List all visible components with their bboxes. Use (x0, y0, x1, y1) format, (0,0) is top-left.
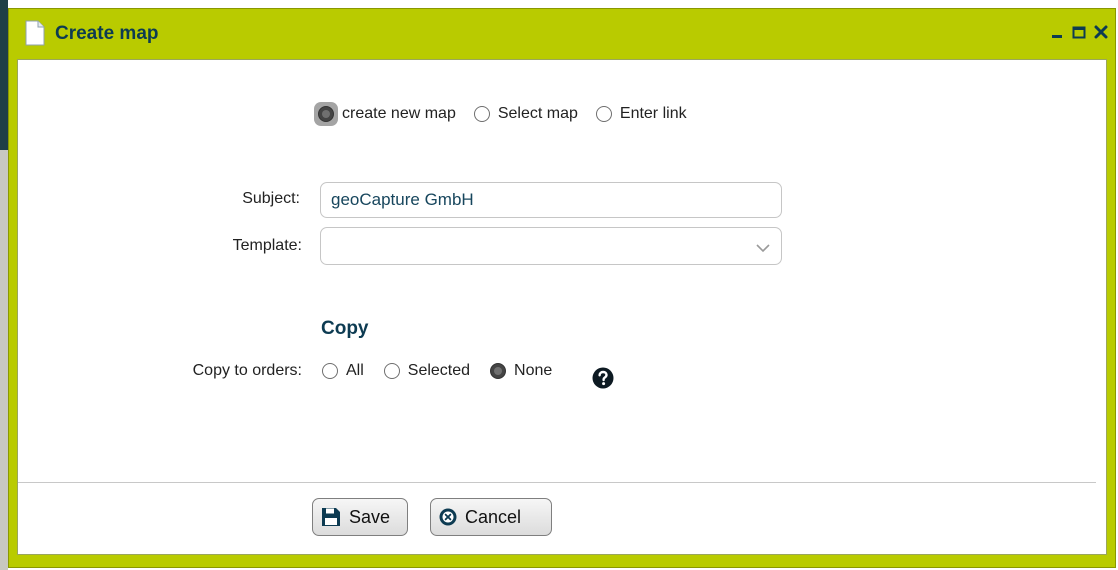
copy-to-orders-radio-group: All Selected None (322, 358, 572, 384)
background-window-strip-lower (0, 150, 8, 570)
subject-input[interactable] (320, 182, 782, 218)
question-circle-icon[interactable] (592, 367, 614, 389)
radio-create-new-map[interactable]: create new map (314, 102, 456, 126)
radio-label: create new map (342, 105, 456, 122)
background-window-strip (0, 0, 8, 150)
dialog-titlebar[interactable]: Create map (9, 9, 1115, 59)
radio-button[interactable] (595, 106, 612, 122)
chevron-down-icon (755, 241, 771, 253)
template-label: Template: (232, 237, 302, 254)
footer-divider (18, 482, 1096, 483)
radio-button[interactable] (318, 106, 334, 122)
radio-label: All (346, 362, 364, 379)
minimize-icon[interactable] (1049, 23, 1065, 41)
radio-button[interactable] (322, 363, 338, 379)
radio-button[interactable] (473, 106, 490, 122)
radio-copy-selected[interactable]: Selected (383, 362, 471, 380)
radio-copy-none[interactable]: None (490, 362, 552, 380)
maximize-icon[interactable] (1071, 23, 1087, 41)
copy-to-orders-label: Copy to orders: (192, 362, 302, 379)
radio-label: None (514, 362, 553, 379)
copy-section-heading: Copy (321, 318, 369, 339)
radio-copy-all[interactable]: All (322, 362, 364, 380)
cancel-button[interactable]: Cancel (430, 498, 552, 536)
radio-select-map[interactable]: Select map (473, 105, 578, 123)
subject-label: Subject: (242, 190, 300, 207)
dialog-content: create new map Select map Enter link Sub… (17, 59, 1107, 555)
dialog-title: Create map (55, 23, 159, 44)
save-button-label: Save (349, 506, 391, 527)
create-map-dialog: Create map create new map Select map Ent… (8, 8, 1116, 568)
close-icon[interactable] (1093, 23, 1109, 41)
map-mode-radio-group: create new map Select map Enter link (314, 101, 705, 127)
floppy-disk-icon (321, 507, 341, 527)
cancel-circle-icon (439, 508, 457, 526)
radio-button[interactable] (383, 363, 400, 379)
document-icon (25, 20, 45, 46)
radio-label: Selected (407, 362, 471, 379)
radio-focus-ring (314, 102, 338, 126)
radio-button[interactable] (490, 363, 507, 379)
radio-enter-link[interactable]: Enter link (595, 105, 687, 123)
cancel-button-label: Cancel (465, 506, 522, 527)
radio-label: Enter link (619, 105, 687, 122)
window-controls (1049, 23, 1109, 41)
radio-label: Select map (497, 105, 578, 122)
template-select[interactable] (320, 227, 782, 265)
save-button[interactable]: Save (312, 498, 408, 536)
